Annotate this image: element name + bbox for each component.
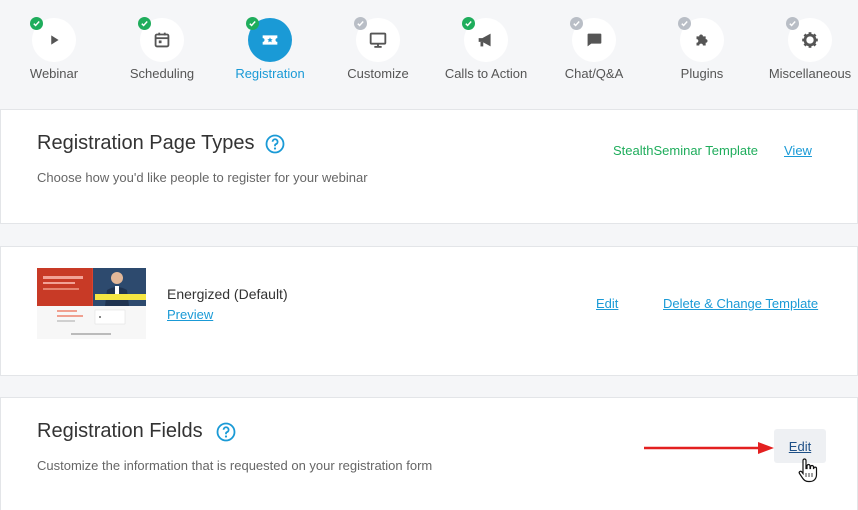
registration-fields-subtitle: Customize the information that is reques…: [37, 458, 433, 473]
current-template-label: StealthSeminar Template: [613, 143, 759, 158]
registration-page-types-card: Registration Page Types Choose how you'd…: [0, 109, 858, 224]
pending-check-icon: [786, 17, 799, 30]
template-card: Energized (Default) Preview Edit Delete …: [0, 246, 858, 376]
step-webinar[interactable]: Webinar: [0, 0, 108, 100]
hand-cursor-icon: [798, 458, 818, 483]
step-calls-to-action[interactable]: Calls to Action: [432, 0, 540, 100]
ticket-icon: [262, 35, 278, 45]
wizard-stepper: Webinar Scheduling Registration Customiz…: [0, 0, 858, 108]
template-name: Energized (Default): [167, 286, 288, 302]
page-types-subtitle: Choose how you'd like people to register…: [37, 170, 368, 185]
chat-icon: [587, 33, 602, 47]
help-icon[interactable]: [265, 134, 285, 154]
step-registration[interactable]: Registration: [216, 0, 324, 100]
gear-icon: [802, 32, 818, 48]
template-preview-image: [37, 268, 146, 339]
step-plugins[interactable]: Plugins: [648, 0, 756, 100]
delete-change-template-link[interactable]: Delete & Change Template: [663, 296, 818, 311]
puzzle-icon: [696, 34, 708, 46]
edit-template-link[interactable]: Edit: [596, 296, 618, 311]
page-types-title: Registration Page Types: [37, 132, 255, 154]
step-label: Miscellaneous: [768, 66, 852, 81]
complete-check-icon: [138, 17, 151, 30]
megaphone-icon: [478, 33, 491, 47]
annotation-arrow-icon: [644, 442, 774, 454]
complete-check-icon: [462, 17, 475, 30]
view-template-link[interactable]: View: [784, 143, 812, 158]
step-miscellaneous[interactable]: Miscellaneous: [756, 0, 858, 100]
pending-check-icon: [678, 17, 691, 30]
help-icon[interactable]: [216, 422, 236, 442]
play-icon: [51, 35, 59, 45]
registration-fields-title: Registration Fields: [37, 420, 203, 442]
calendar-icon: [154, 32, 170, 48]
step-customize[interactable]: Customize: [324, 0, 432, 100]
preview-link[interactable]: Preview: [167, 307, 213, 322]
step-chat-qa[interactable]: Chat/Q&A: [540, 0, 648, 100]
template-thumbnail: [37, 268, 146, 339]
complete-check-icon: [30, 17, 43, 30]
complete-check-icon: [246, 17, 259, 30]
pending-check-icon: [570, 17, 583, 30]
monitor-icon: [369, 32, 387, 48]
pending-check-icon: [354, 17, 367, 30]
step-scheduling[interactable]: Scheduling: [108, 0, 216, 100]
